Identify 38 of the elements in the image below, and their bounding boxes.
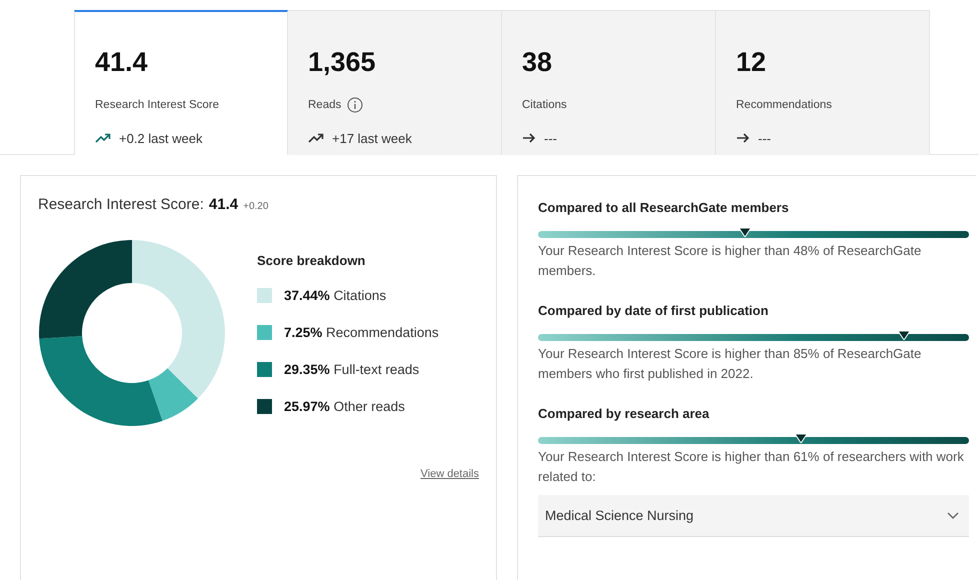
trend-up-icon (308, 132, 324, 144)
stat-label: Reads (308, 98, 342, 110)
view-details-link[interactable]: View details (420, 468, 479, 480)
card-title: Research Interest Score: (38, 196, 204, 213)
stat-tab[interactable]: 1,365 Reads +17 last week (288, 10, 502, 155)
comparison-heading: Compared by research area (538, 406, 710, 422)
trend-up-icon (95, 132, 111, 144)
comparison-text: Your Research Interest Score is higher than 85% of ResearchGate members who first published in 2022. (538, 345, 922, 383)
stat-label: Research Interest Score (95, 98, 220, 110)
trend-text: +17 last week (332, 130, 412, 146)
comparison-heading: Compared by date of first publication (538, 303, 770, 319)
legend-title: Score breakdown (257, 253, 366, 268)
trend-text: +0.2 last week (119, 130, 202, 146)
score-value: 41.4 (208, 196, 238, 213)
arrow-right-icon (736, 132, 750, 144)
legend-label: 25.97% Other reads (284, 398, 405, 414)
trend-text: --- (758, 130, 771, 146)
info-icon[interactable] (347, 96, 364, 112)
comparison-heading: Compared to all ResearchGate members (538, 200, 790, 216)
legend-label: 29.35% Full-text reads (284, 362, 420, 376)
chevron-down-icon (947, 512, 959, 520)
stat-tab[interactable]: 12 Recommendations --- (716, 10, 930, 155)
trend-text: --- (544, 130, 557, 146)
stat-label: Recommendations (736, 98, 832, 110)
stat-value: 12 (736, 46, 766, 76)
stat-tab[interactable]: 38 Citations --- (502, 10, 716, 155)
stat-label: Citations (522, 98, 567, 110)
score-delta: +0.20 (243, 201, 268, 212)
stat-value: 41.4 (95, 46, 148, 76)
research-area-dropdown[interactable]: Medical Science Nursing (538, 495, 969, 537)
legend-label: 37.44% Citations (284, 288, 386, 302)
stat-tab[interactable]: 41.4 Research Interest Score +0.2 last week (74, 10, 288, 155)
stat-value: 1,365 (308, 46, 376, 76)
stat-value: 38 (522, 46, 552, 76)
comparison-text: Your Research Interest Score is higher than 61% of researchers with work related to: (538, 448, 965, 486)
arrow-right-icon (522, 132, 536, 144)
comparison-text: Your Research Interest Score is higher than 48% of ResearchGate members. (538, 242, 922, 280)
legend-label: 7.25% Recommendations (284, 324, 439, 340)
